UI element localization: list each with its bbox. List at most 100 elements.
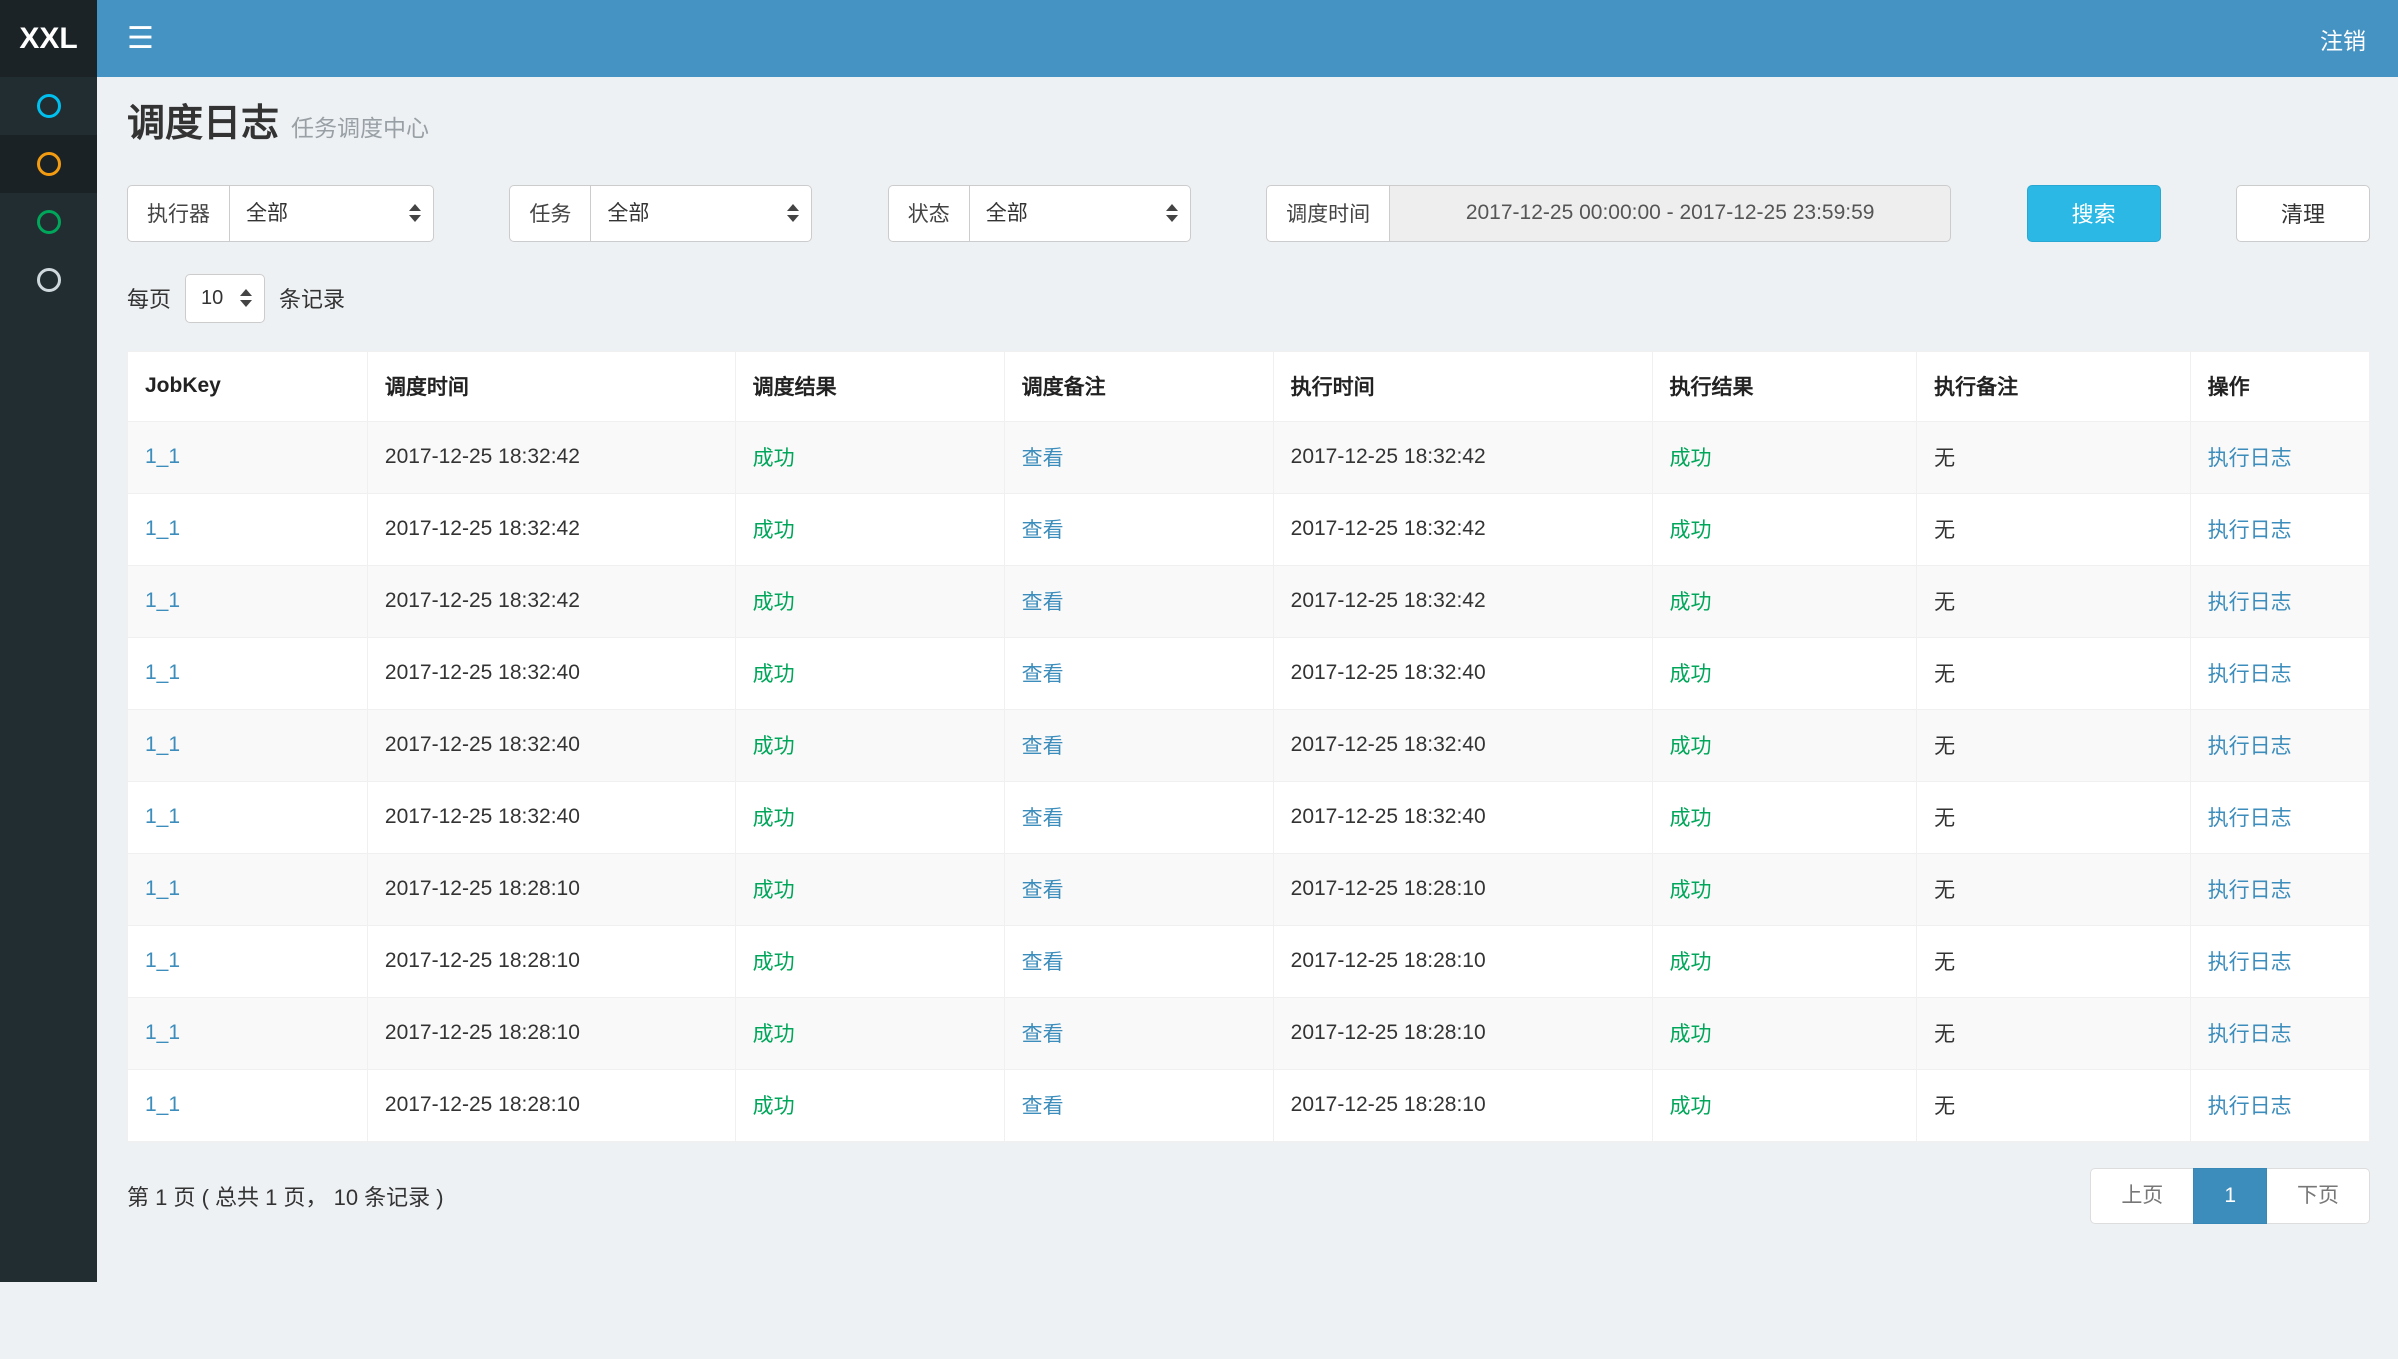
table-row: 1_12017-12-25 18:32:40成功查看2017-12-25 18:…	[128, 709, 2370, 781]
trigger-msg-link[interactable]: 查看	[1022, 663, 1064, 686]
trigger-msg-link[interactable]: 查看	[1022, 807, 1064, 830]
execution-log-link[interactable]: 执行日志	[2208, 591, 2292, 614]
table-cell: 1_1	[128, 997, 368, 1069]
next-page-button[interactable]: 下页	[2266, 1168, 2370, 1224]
sidebar-menu	[0, 77, 97, 1282]
log-table-head-row: JobKey调度时间调度结果调度备注执行时间执行结果执行备注操作	[128, 351, 2370, 421]
trigger-time-filter-label: 调度时间	[1266, 185, 1389, 242]
table-cell: 查看	[1004, 853, 1273, 925]
jobkey-link[interactable]: 1_1	[145, 805, 180, 828]
table-cell: 执行日志	[2190, 565, 2369, 637]
execution-log-link[interactable]: 执行日志	[2208, 735, 2292, 758]
jobkey-link[interactable]: 1_1	[145, 1093, 180, 1116]
trigger-time-range-input[interactable]	[1389, 185, 1951, 242]
handle-result-cell: 成功	[1652, 853, 1917, 925]
execution-log-link[interactable]: 执行日志	[2208, 1023, 2292, 1046]
status-select[interactable]: 全部	[969, 185, 1191, 242]
column-header-4[interactable]: 执行时间	[1273, 351, 1652, 421]
sidebar-item-4[interactable]	[0, 251, 97, 309]
jobkey-link[interactable]: 1_1	[145, 661, 180, 684]
trigger-result-cell: 成功	[735, 493, 1004, 565]
execution-log-link[interactable]: 执行日志	[2208, 807, 2292, 830]
page-size-select[interactable]: 10	[185, 274, 265, 323]
trigger-msg-link[interactable]: 查看	[1022, 951, 1064, 974]
handle-msg-cell: 无	[1917, 997, 2191, 1069]
trigger-time-cell: 2017-12-25 18:32:40	[367, 637, 735, 709]
table-row: 1_12017-12-25 18:28:10成功查看2017-12-25 18:…	[128, 853, 2370, 925]
jobkey-link[interactable]: 1_1	[145, 877, 180, 900]
sidebar-item-2[interactable]	[0, 135, 97, 193]
page-1-button[interactable]: 1	[2193, 1168, 2267, 1224]
handle-result-cell: 成功	[1652, 709, 1917, 781]
trigger-msg-link[interactable]: 查看	[1022, 879, 1064, 902]
trigger-result-cell: 成功	[735, 997, 1004, 1069]
column-header-2[interactable]: 调度结果	[735, 351, 1004, 421]
log-table-head: JobKey调度时间调度结果调度备注执行时间执行结果执行备注操作	[128, 351, 2370, 421]
pagination: 上页 1 下页	[2090, 1168, 2370, 1224]
trigger-result-cell: 成功	[735, 1069, 1004, 1141]
app-logo[interactable]: XXL	[0, 0, 97, 77]
execution-log-link[interactable]: 执行日志	[2208, 663, 2292, 686]
column-header-6[interactable]: 执行备注	[1917, 351, 2191, 421]
table-cell: 执行日志	[2190, 1069, 2369, 1141]
execution-log-link[interactable]: 执行日志	[2208, 879, 2292, 902]
trigger-msg-link[interactable]: 查看	[1022, 519, 1064, 542]
trigger-msg-link[interactable]: 查看	[1022, 447, 1064, 470]
trigger-time-cell: 2017-12-25 18:28:10	[367, 1069, 735, 1141]
execution-log-link[interactable]: 执行日志	[2208, 1095, 2292, 1118]
jobkey-link[interactable]: 1_1	[145, 1021, 180, 1044]
trigger-time-cell: 2017-12-25 18:32:42	[367, 421, 735, 493]
handle-time-cell: 2017-12-25 18:28:10	[1273, 925, 1652, 997]
handle-msg-cell: 无	[1917, 565, 2191, 637]
trigger-result-cell: 成功	[735, 709, 1004, 781]
execution-log-link[interactable]: 执行日志	[2208, 951, 2292, 974]
sidebar-item-1[interactable]	[0, 77, 97, 135]
handle-msg-cell: 无	[1917, 781, 2191, 853]
hamburger-icon: ☰	[127, 21, 154, 56]
sidebar-toggle-button[interactable]: ☰	[97, 0, 184, 77]
table-cell: 查看	[1004, 637, 1273, 709]
trigger-result-cell: 成功	[735, 781, 1004, 853]
page-size-row: 每页 10 条记录	[127, 274, 2370, 323]
sidebar-item-3[interactable]	[0, 193, 97, 251]
status-filter-label: 状态	[888, 185, 969, 242]
execution-log-link[interactable]: 执行日志	[2208, 519, 2292, 542]
status-select-wrap: 全部	[969, 185, 1191, 242]
page-size-prefix: 每页	[127, 282, 171, 314]
table-cell: 执行日志	[2190, 925, 2369, 997]
clear-button[interactable]: 清理	[2236, 185, 2370, 242]
table-cell: 1_1	[128, 781, 368, 853]
trigger-msg-link[interactable]: 查看	[1022, 591, 1064, 614]
table-cell: 1_1	[128, 925, 368, 997]
jobkey-link[interactable]: 1_1	[145, 589, 180, 612]
table-cell: 执行日志	[2190, 709, 2369, 781]
logout-link[interactable]: 注销	[2288, 0, 2398, 77]
column-header-0[interactable]: JobKey	[128, 351, 368, 421]
trigger-msg-link[interactable]: 查看	[1022, 1023, 1064, 1046]
table-cell: 1_1	[128, 421, 368, 493]
navbar-main: ☰ 注销	[97, 0, 2398, 77]
jobkey-link[interactable]: 1_1	[145, 733, 180, 756]
column-header-3[interactable]: 调度备注	[1004, 351, 1273, 421]
column-header-1[interactable]: 调度时间	[367, 351, 735, 421]
job-select[interactable]: 全部	[590, 185, 812, 242]
jobkey-link[interactable]: 1_1	[145, 949, 180, 972]
trigger-msg-link[interactable]: 查看	[1022, 1095, 1064, 1118]
search-button[interactable]: 搜索	[2027, 185, 2161, 242]
table-cell: 查看	[1004, 1069, 1273, 1141]
log-table-body: 1_12017-12-25 18:32:42成功查看2017-12-25 18:…	[128, 421, 2370, 1141]
page-title: 调度日志任务调度中心	[127, 103, 2370, 147]
trigger-msg-link[interactable]: 查看	[1022, 735, 1064, 758]
executor-select[interactable]: 全部	[229, 185, 434, 242]
column-header-5[interactable]: 执行结果	[1652, 351, 1917, 421]
trigger-time-filter: 调度时间	[1266, 185, 1951, 242]
handle-msg-cell: 无	[1917, 853, 2191, 925]
handle-msg-cell: 无	[1917, 1069, 2191, 1141]
table-cell: 查看	[1004, 781, 1273, 853]
column-header-7[interactable]: 操作	[2190, 351, 2369, 421]
prev-page-button[interactable]: 上页	[2090, 1168, 2194, 1224]
execution-log-link[interactable]: 执行日志	[2208, 447, 2292, 470]
handle-msg-cell: 无	[1917, 709, 2191, 781]
jobkey-link[interactable]: 1_1	[145, 445, 180, 468]
jobkey-link[interactable]: 1_1	[145, 517, 180, 540]
